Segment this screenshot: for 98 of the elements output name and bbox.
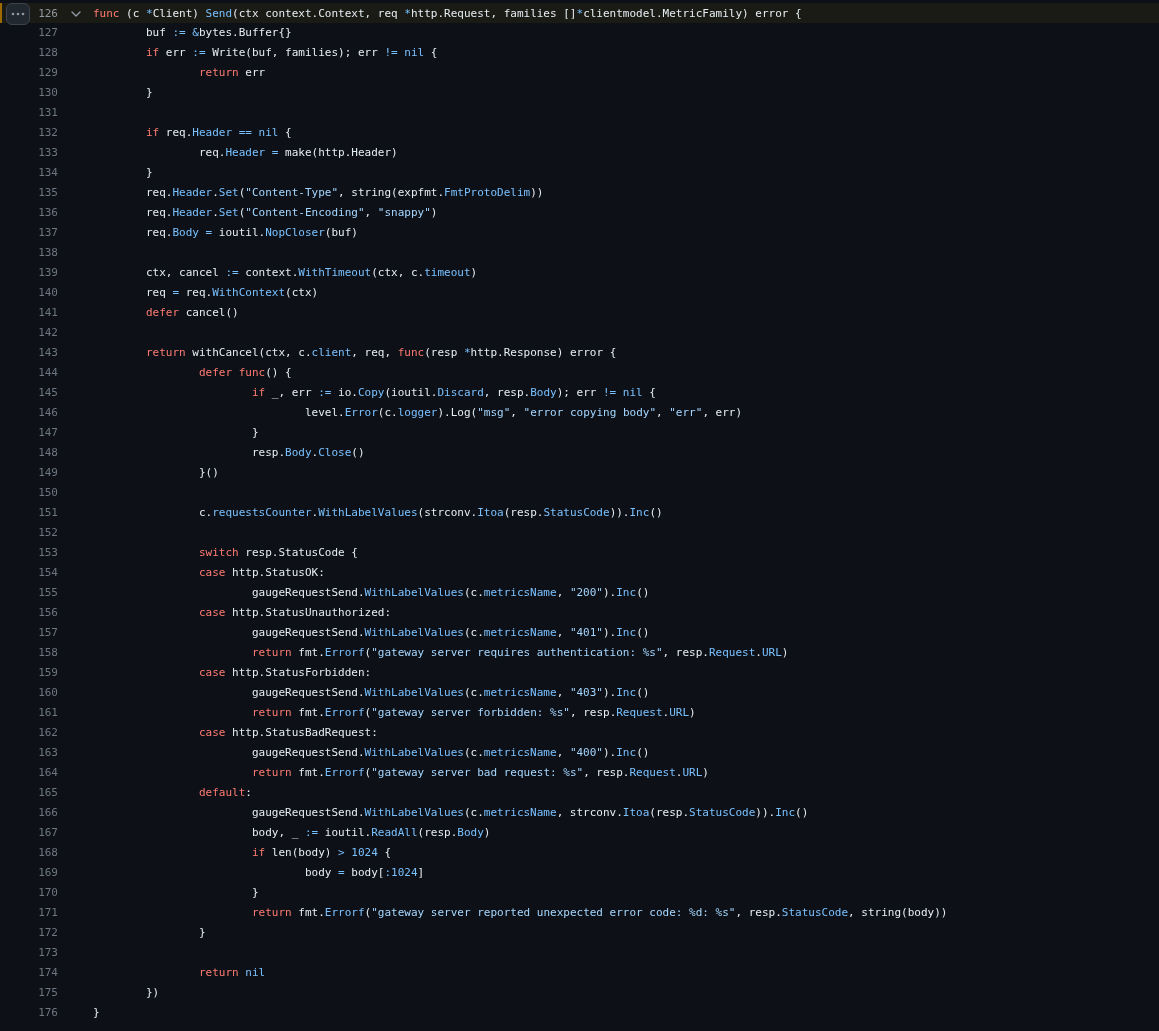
code-line: return fmt.Errorf("gateway server forbidden: %s", resp.Request.URL) — [250, 705, 697, 721]
line-number: 172 — [37, 925, 58, 941]
line-number: 176 — [37, 1005, 58, 1021]
line-number: 156 — [37, 605, 58, 621]
line-number: 151 — [37, 505, 58, 521]
line-number: 147 — [37, 425, 58, 441]
code-line: return fmt.Errorf("gateway server reported unexpected error code: %d: %s", resp.StatusCode, string(body)) — [250, 905, 949, 921]
line-number: 164 — [37, 765, 58, 781]
line-number: 142 — [37, 325, 58, 341]
line-number: 129 — [37, 65, 58, 81]
line-number: 163 — [37, 745, 58, 761]
line-number: 134 — [37, 165, 58, 181]
code-line: if len(body) > 1024 { — [250, 845, 393, 861]
code-line: gaugeRequestSend.WithLabelValues(c.metricsName, "200").Inc() — [250, 585, 651, 601]
code-line: gaugeRequestSend.WithLabelValues(c.metricsName, "403").Inc() — [250, 685, 651, 701]
code-line: resp.Body.Close() — [250, 445, 366, 461]
line-number: 148 — [37, 445, 58, 461]
line-number: 140 — [37, 285, 58, 301]
line-number: 136 — [37, 205, 58, 221]
code-line: func (c *Client) Send(ctx context.Context, req *http.Request, families []*clientmodel.MetricFamily) error { — [93, 6, 803, 22]
line-number: 166 — [37, 805, 58, 821]
code-line: if req.Header == nil { — [145, 125, 293, 141]
code-line: req.Header.Set("Content-Encoding", "snappy") — [145, 205, 439, 221]
line-number: 137 — [37, 225, 58, 241]
line-number: 155 — [37, 585, 58, 601]
code-line: body, _ := ioutil.ReadAll(resp.Body) — [250, 825, 492, 841]
code-line: } — [145, 165, 154, 181]
code-line: req = req.WithContext(ctx) — [145, 285, 320, 301]
line-number: 139 — [37, 265, 58, 281]
code-line: } — [145, 85, 154, 101]
line-number: 127 — [37, 25, 58, 41]
code-line: return nil — [197, 965, 267, 981]
line-number: 126 — [37, 6, 58, 22]
line-number: 145 — [37, 385, 58, 401]
code-line: req.Header.Set("Content-Type", string(expfmt.FmtProtoDelim)) — [145, 185, 545, 201]
line-number: 168 — [37, 845, 58, 861]
code-line: }() — [197, 465, 220, 481]
line-number: 161 — [37, 705, 58, 721]
line-number: 174 — [37, 965, 58, 981]
line-number: 143 — [37, 345, 58, 361]
line-number: 138 — [37, 245, 58, 261]
line-number: 158 — [37, 645, 58, 661]
code-line: gaugeRequestSend.WithLabelValues(c.metricsName, "400").Inc() — [250, 745, 651, 761]
line-options-button[interactable] — [6, 3, 30, 25]
code-line: if err := Write(buf, families); err != nil { — [145, 45, 439, 61]
line-number: 141 — [37, 305, 58, 321]
line-number: 152 — [37, 525, 58, 541]
code-line: ctx, cancel := context.WithTimeout(ctx, c.timeout) — [145, 265, 479, 281]
line-number: 144 — [37, 365, 58, 381]
line-number: 162 — [37, 725, 58, 741]
code-line: return fmt.Errorf("gateway server requires authentication: %s", resp.Request.URL) — [250, 645, 790, 661]
line-number: 133 — [37, 145, 58, 161]
code-line: level.Error(c.logger).Log("msg", "error copying body", "err", err) — [303, 405, 744, 421]
code-line: buf := &bytes.Buffer{} — [145, 25, 293, 41]
line-number: 173 — [37, 945, 58, 961]
line-number: 132 — [37, 125, 58, 141]
line-number: 130 — [37, 85, 58, 101]
code-line: defer cancel() — [145, 305, 240, 321]
line-number: 131 — [37, 105, 58, 121]
code-line: req.Body = ioutil.NopCloser(buf) — [145, 225, 359, 241]
line-number: 157 — [37, 625, 58, 641]
code-line: req.Header = make(http.Header) — [197, 145, 399, 161]
code-line: if _, err := io.Copy(ioutil.Discard, resp.Body); err != nil { — [250, 385, 657, 401]
code-line: body = body[:1024] — [303, 865, 426, 881]
code-line: case http.StatusOK: — [197, 565, 326, 581]
code-line: } — [250, 425, 260, 441]
more-icon — [11, 12, 25, 16]
line-number: 135 — [37, 185, 58, 201]
line-number: 171 — [37, 905, 58, 921]
line-number: 170 — [37, 885, 58, 901]
code-line: } — [197, 925, 207, 941]
line-number: 165 — [37, 785, 58, 801]
code-line: case http.StatusUnauthorized: — [197, 605, 393, 621]
code-line: return fmt.Errorf("gateway server bad request: %s", resp.Request.URL) — [250, 765, 710, 781]
line-number: 175 — [37, 985, 58, 1001]
code-line: gaugeRequestSend.WithLabelValues(c.metricsName, strconv.Itoa(resp.StatusCode)).Inc() — [250, 805, 810, 821]
code-line: return err — [197, 65, 267, 81]
code-line: case http.StatusForbidden: — [197, 665, 373, 681]
line-number: 154 — [37, 565, 58, 581]
line-number: 169 — [37, 865, 58, 881]
code-line: }) — [145, 985, 161, 1001]
line-number: 128 — [37, 45, 58, 61]
code-line: defer func() { — [197, 365, 293, 381]
code-line: } — [250, 885, 260, 901]
code-line: gaugeRequestSend.WithLabelValues(c.metricsName, "401").Inc() — [250, 625, 651, 641]
line-number: 149 — [37, 465, 58, 481]
code-line: return withCancel(ctx, c.client, req, func(resp *http.Response) error { — [145, 345, 618, 361]
code-line: switch resp.StatusCode { — [197, 545, 359, 561]
line-number: 159 — [37, 665, 58, 681]
line-number: 160 — [37, 685, 58, 701]
line-number: 146 — [37, 405, 58, 421]
code-line: case http.StatusBadRequest: — [197, 725, 379, 741]
code-line: } — [93, 1005, 101, 1021]
line-number: 167 — [37, 825, 58, 841]
line-number: 153 — [37, 545, 58, 561]
code-line: default: — [197, 785, 253, 801]
code-line: c.requestsCounter.WithLabelValues(strconv.Itoa(resp.StatusCode)).Inc() — [197, 505, 664, 521]
line-number: 150 — [37, 485, 58, 501]
